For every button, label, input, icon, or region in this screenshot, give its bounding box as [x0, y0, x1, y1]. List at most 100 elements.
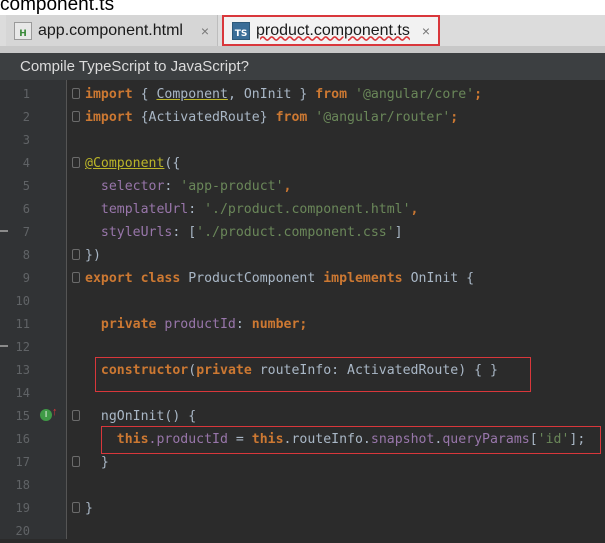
line-number: 7 [22, 225, 30, 239]
code-line-1[interactable]: 1 import { Component, OnInit } from '@an… [0, 83, 605, 106]
code-line-10[interactable]: 10 [0, 290, 605, 313]
close-icon[interactable]: × [201, 23, 209, 39]
line-number: 2 [22, 110, 30, 124]
property-key: selector [85, 179, 165, 194]
identifier: Component [156, 87, 228, 102]
fold-marker-icon[interactable] [72, 157, 80, 168]
tab-product-component-ts[interactable]: TS product.component.ts × [222, 15, 440, 46]
code-line-2[interactable]: 2 import {ActivatedRoute} from '@angular… [0, 106, 605, 129]
fold-marker-icon[interactable] [72, 410, 80, 421]
code-punct: , [227, 87, 244, 102]
keyword: class [140, 271, 181, 286]
line-number: 11 [15, 317, 30, 331]
keyword: from [315, 87, 348, 102]
fold-marker-icon[interactable] [72, 456, 80, 467]
line-number: 17 [15, 455, 30, 469]
line-number: 12 [15, 340, 30, 354]
code-line-9[interactable]: 9 export class ProductComponent implemen… [0, 267, 605, 290]
ts-file-icon: TS [232, 21, 250, 40]
arrow-up-icon[interactable]: ↑ [52, 406, 58, 418]
code-line-8[interactable]: 8 }) [0, 244, 605, 267]
code-text: } [85, 455, 109, 470]
fold-marker-icon[interactable] [72, 272, 80, 283]
line-number: 20 [15, 524, 30, 538]
code-editor[interactable]: 1 import { Component, OnInit } from '@an… [0, 80, 605, 539]
identifier: OnInit [243, 87, 292, 102]
identifier: ProductComponent [180, 271, 324, 286]
implements-icon[interactable]: I [40, 409, 52, 421]
line-number: 19 [15, 501, 30, 515]
code-line-5[interactable]: 5 selector: 'app-product', [0, 175, 605, 198]
string-literal: '@angular/core' [355, 87, 475, 102]
code-punct: ; [450, 110, 459, 125]
property-key: templateUrl [85, 202, 189, 217]
fold-marker-icon[interactable] [72, 502, 80, 513]
keyword: implements [323, 271, 403, 286]
string-literal: '@angular/router' [315, 110, 451, 125]
window-title-strip: component.ts [0, 0, 605, 15]
line-number: 3 [22, 133, 30, 147]
code-punct: { [132, 87, 157, 102]
code-punct: , [410, 202, 419, 217]
code-text: private productId: number; [85, 313, 307, 336]
fold-marker-icon[interactable] [72, 249, 80, 260]
code-line-3[interactable]: 3 [0, 129, 605, 152]
code-punct: ] [394, 225, 403, 240]
line-number: 1 [22, 87, 30, 101]
code-line-4[interactable]: 4 @Component({ [0, 152, 605, 175]
window-title: component.ts [0, 0, 115, 15]
code-punct [347, 87, 355, 102]
tab-label: app.component.html [38, 21, 183, 39]
line-number: 4 [22, 156, 30, 170]
keyword: import [85, 110, 133, 125]
code-line-19[interactable]: 19 } [0, 497, 605, 520]
identifier: ngOnInit() { [100, 409, 197, 424]
identifier: {ActivatedRoute} [132, 110, 276, 125]
code-punct: ; [474, 87, 483, 102]
code-line-20[interactable]: 20 [0, 520, 605, 543]
code-line-11[interactable]: 11 private productId: number; [0, 313, 605, 336]
tab-bar-divider [0, 46, 605, 53]
code-text: import {ActivatedRoute} from '@angular/r… [85, 106, 458, 129]
keyword: import [85, 87, 133, 102]
fold-marker-icon[interactable] [72, 88, 80, 99]
code-line-7[interactable]: 7 styleUrls: ['./product.component.css'] [0, 221, 605, 244]
line-number: 15 [15, 409, 30, 423]
code-text: export class ProductComponent implements… [85, 267, 474, 290]
code-punct: : [188, 202, 205, 217]
code-text: } [85, 501, 93, 516]
line-number: 14 [15, 386, 30, 400]
banner-text: Compile TypeScript to JavaScript? [20, 58, 249, 75]
tab-label: product.component.ts [256, 21, 410, 39]
tab-app-component-html[interactable]: H app.component.html × [6, 15, 218, 46]
code-punct: : [ [172, 225, 197, 240]
code-punct: ; [299, 317, 308, 332]
code-line-17[interactable]: 17 } [0, 451, 605, 474]
code-punct: } [291, 87, 316, 102]
string-literal: 'app-product' [180, 179, 284, 194]
code-text: templateUrl: './product.component.html', [85, 198, 419, 221]
code-line-18[interactable]: 18 [0, 474, 605, 497]
code-punct: ({ [164, 156, 181, 171]
code-punct: : [164, 179, 181, 194]
keyword: export [85, 271, 133, 286]
html-file-icon: H [14, 21, 32, 40]
code-line-14[interactable]: 14 [0, 382, 605, 405]
code-text: selector: 'app-product', [85, 175, 292, 198]
type-keyword: number [251, 317, 300, 332]
close-icon[interactable]: × [422, 23, 430, 39]
line-number: 18 [15, 478, 30, 492]
code-punct: , [283, 179, 292, 194]
highlight-box-ngoninit-body [101, 426, 601, 454]
fold-marker-icon[interactable] [72, 111, 80, 122]
property-key: styleUrls [85, 225, 173, 240]
line-number: 13 [15, 363, 30, 377]
compile-notification-banner[interactable]: Compile TypeScript to JavaScript? [0, 53, 605, 80]
code-line-12[interactable]: 12 [0, 336, 605, 359]
line-number: 5 [22, 179, 30, 193]
code-line-6[interactable]: 6 templateUrl: './product.component.html… [0, 198, 605, 221]
code-line-15[interactable]: 15 I ↑ ngOnInit() { [0, 405, 605, 428]
code-text: ngOnInit() { [85, 405, 196, 428]
code-punct: : [235, 317, 252, 332]
code-punct [133, 271, 141, 286]
